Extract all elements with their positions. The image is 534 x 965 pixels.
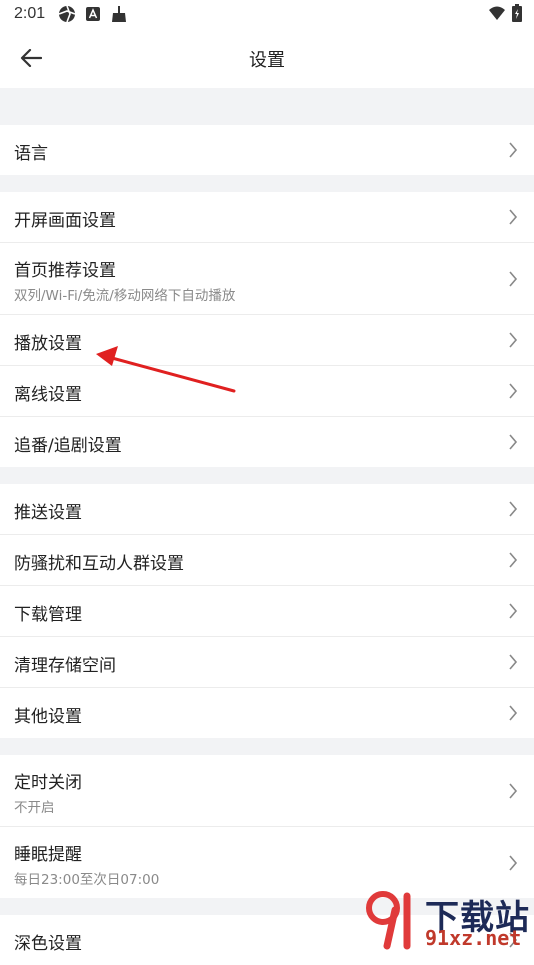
settings-group-timer: 定时关闭 不开启 睡眠提醒 每日23:00至次日07:00 xyxy=(0,755,534,898)
battery-icon xyxy=(512,4,522,22)
status-time: 2:01 xyxy=(14,5,46,22)
settings-item-label: 语言 xyxy=(14,144,48,164)
chevron-right-icon xyxy=(509,270,518,287)
settings-item-language[interactable]: 语言 xyxy=(0,125,534,175)
settings-item-playback[interactable]: 播放设置 xyxy=(0,315,534,366)
settings-item-home-recommend[interactable]: 首页推荐设置 双列/Wi-Fi/免流/移动网络下自动播放 xyxy=(0,243,534,315)
settings-item-download-manager[interactable]: 下载管理 xyxy=(0,586,534,637)
settings-item-label: 播放设置 xyxy=(14,334,82,354)
settings-item-label: 推送设置 xyxy=(14,503,82,523)
settings-item-subtitle: 双列/Wi-Fi/免流/移动网络下自动播放 xyxy=(14,288,236,304)
broom-icon xyxy=(112,6,126,22)
settings-item-push[interactable]: 推送设置 xyxy=(0,484,534,535)
chevron-right-icon xyxy=(509,332,518,348)
chevron-right-icon xyxy=(509,209,518,225)
wifi-icon xyxy=(489,6,505,20)
section-spacer xyxy=(0,88,534,125)
settings-item-label: 清理存储空间 xyxy=(14,656,116,676)
section-spacer xyxy=(0,467,534,484)
chevron-right-icon xyxy=(509,142,518,158)
settings-item-label: 定时关闭 xyxy=(14,773,82,793)
app-bar: 设置 xyxy=(0,28,534,88)
settings-item-label: 下载管理 xyxy=(14,605,82,625)
chevron-right-icon xyxy=(509,932,518,948)
settings-item-subtitle: 每日23:00至次日07:00 xyxy=(14,872,160,888)
section-spacer xyxy=(0,175,534,192)
settings-item-label: 深色设置 xyxy=(14,934,82,954)
chevron-right-icon xyxy=(509,603,518,619)
settings-item-sleep-reminder[interactable]: 睡眠提醒 每日23:00至次日07:00 xyxy=(0,827,534,898)
aperture-icon xyxy=(58,5,76,23)
settings-group-general: 推送设置 防骚扰和互动人群设置 下载管理 清理存储空间 其他设置 xyxy=(0,484,534,738)
settings-item-splash-screen[interactable]: 开屏画面设置 xyxy=(0,192,534,243)
page-title: 设置 xyxy=(249,50,285,71)
chevron-right-icon xyxy=(509,705,518,721)
status-bar: 2:01 xyxy=(0,0,534,28)
status-icons-right xyxy=(488,4,522,22)
settings-group-language: 语言 xyxy=(0,125,534,175)
settings-item-label: 首页推荐设置 xyxy=(14,261,116,281)
settings-item-label: 开屏画面设置 xyxy=(14,211,116,231)
chevron-right-icon xyxy=(509,501,518,517)
chevron-right-icon xyxy=(509,434,518,450)
status-icons-left xyxy=(58,5,128,23)
settings-item-sleep-timer[interactable]: 定时关闭 不开启 xyxy=(0,755,534,827)
app-notification-icon xyxy=(86,7,100,21)
settings-item-label: 防骚扰和互动人群设置 xyxy=(14,554,184,574)
chevron-right-icon xyxy=(509,854,518,871)
settings-item-offline[interactable]: 离线设置 xyxy=(0,366,534,417)
chevron-right-icon xyxy=(509,654,518,670)
settings-item-follow-series[interactable]: 追番/追剧设置 xyxy=(0,417,534,467)
chevron-right-icon xyxy=(509,383,518,399)
settings-item-label: 追番/追剧设置 xyxy=(14,436,122,456)
settings-group-playback: 开屏画面设置 首页推荐设置 双列/Wi-Fi/免流/移动网络下自动播放 播放设置… xyxy=(0,192,534,467)
settings-item-label: 睡眠提醒 xyxy=(14,845,82,865)
settings-group-theme: 深色设置 xyxy=(0,915,534,965)
settings-item-label: 离线设置 xyxy=(14,385,82,405)
settings-item-anti-harassment[interactable]: 防骚扰和互动人群设置 xyxy=(0,535,534,586)
settings-item-dark-mode[interactable]: 深色设置 xyxy=(0,915,534,965)
settings-item-clear-storage[interactable]: 清理存储空间 xyxy=(0,637,534,688)
chevron-right-icon xyxy=(509,782,518,799)
settings-item-label: 其他设置 xyxy=(14,707,82,727)
settings-item-other[interactable]: 其他设置 xyxy=(0,688,534,738)
section-spacer xyxy=(0,738,534,755)
settings-item-subtitle: 不开启 xyxy=(14,800,55,816)
section-spacer xyxy=(0,898,534,915)
chevron-right-icon xyxy=(509,552,518,568)
